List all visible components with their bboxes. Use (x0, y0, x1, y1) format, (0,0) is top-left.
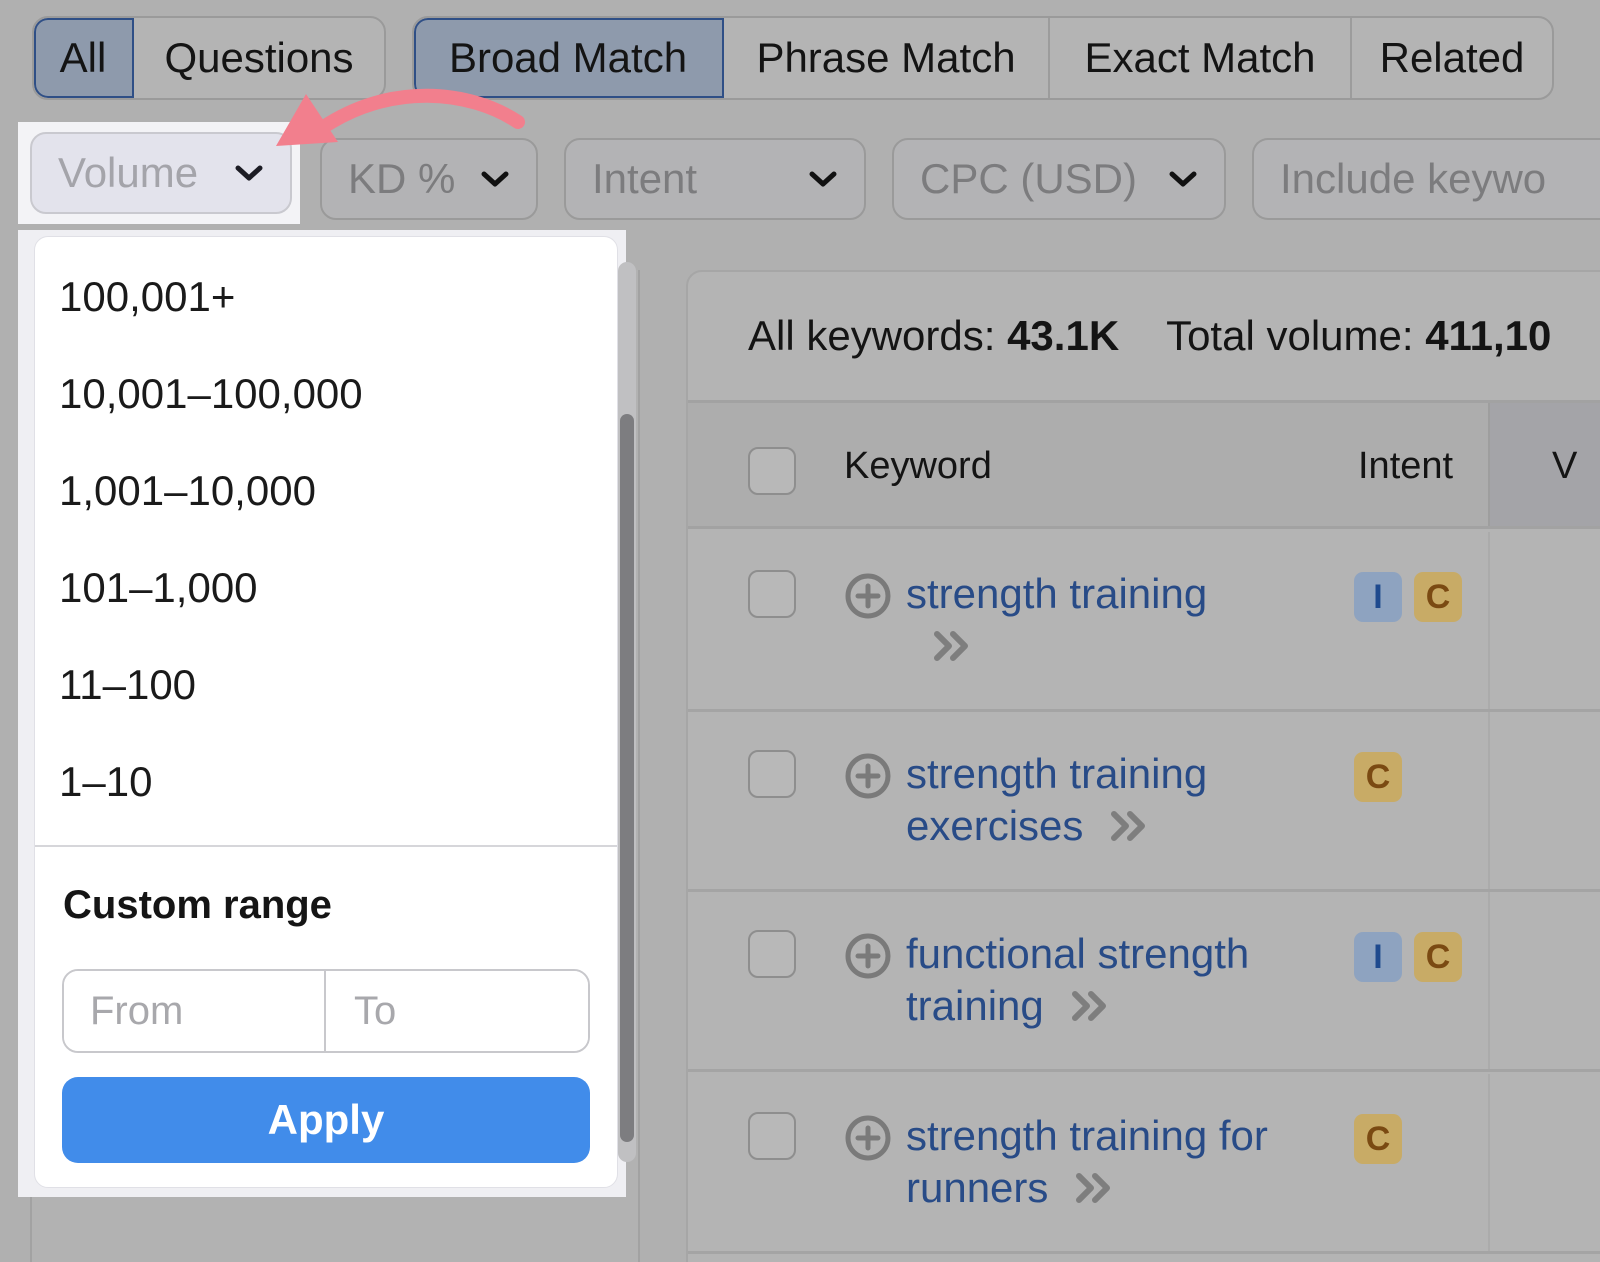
include-keywords-filter[interactable]: Include keywo (1252, 138, 1600, 220)
custom-range-inputs (62, 969, 590, 1053)
table-row: strength training I C (688, 532, 1600, 712)
row-checkbox[interactable] (748, 1112, 796, 1160)
intent-badge-informational[interactable]: I (1354, 572, 1402, 622)
apply-button[interactable]: Apply (62, 1077, 590, 1163)
keyword-text: strength training (906, 570, 1208, 617)
intent-badge-commercial[interactable]: C (1354, 752, 1402, 802)
volume-option[interactable]: 1–10 (59, 752, 579, 812)
scrollbar-thumb[interactable] (620, 414, 634, 1142)
volume-option[interactable]: 1,001–10,000 (59, 461, 579, 521)
keyword-link[interactable]: strength training (906, 568, 1246, 675)
cpc-filter-label: CPC (USD) (920, 155, 1137, 202)
volume-dropdown-menu: 100,001+ 10,001–100,000 1,001–10,000 101… (34, 236, 618, 1188)
volume-option[interactable]: 100,001+ (59, 267, 579, 327)
range-to-input[interactable] (326, 971, 588, 1051)
divider (35, 845, 617, 847)
column-divider (1488, 532, 1490, 709)
range-from-input[interactable] (64, 971, 326, 1051)
column-divider (1488, 712, 1490, 889)
double-chevron-right-icon[interactable] (1074, 1165, 1114, 1217)
include-keywords-label: Include keywo (1280, 155, 1547, 202)
add-to-list-icon[interactable] (844, 1114, 892, 1162)
tab-exact-match[interactable]: Exact Match (1050, 18, 1352, 98)
row-checkbox[interactable] (748, 750, 796, 798)
double-chevron-right-icon[interactable] (932, 623, 972, 675)
column-header-volume-label: V (1552, 445, 1578, 487)
column-divider (1488, 1074, 1490, 1251)
intent-badge-commercial[interactable]: C (1414, 572, 1462, 622)
keyword-text: strength training exercises (906, 750, 1208, 849)
table-row: strength training exercises C (688, 712, 1600, 892)
table-row: functional strength training I C (688, 892, 1600, 1072)
column-divider (1488, 892, 1490, 1069)
match-type-tabs: Broad Match Phrase Match Exact Match Rel… (412, 16, 1554, 100)
volume-filter-label: Volume (58, 149, 199, 196)
tab-all[interactable]: All (34, 18, 134, 98)
total-volume-label: Total volume: (1166, 312, 1414, 359)
keyword-link[interactable]: functional strength training (906, 928, 1296, 1035)
tab-phrase-match[interactable]: Phrase Match (724, 18, 1050, 98)
all-keywords-value: 43.1K (1007, 312, 1120, 359)
keywords-summary: All keywords: 43.1K Total volume: 411,10 (748, 312, 1551, 360)
double-chevron-right-icon[interactable] (1070, 983, 1110, 1035)
chevron-down-icon (1168, 164, 1198, 194)
all-keywords-label: All keywords: (748, 312, 996, 359)
add-to-list-icon[interactable] (844, 572, 892, 620)
row-checkbox[interactable] (748, 570, 796, 618)
intent-filter-dropdown[interactable]: Intent (564, 138, 866, 220)
tab-related[interactable]: Related (1352, 18, 1552, 98)
intent-filter-label: Intent (592, 155, 698, 202)
row-checkbox[interactable] (748, 930, 796, 978)
intent-badge-commercial[interactable]: C (1354, 1114, 1402, 1164)
double-chevron-right-icon[interactable] (1109, 803, 1149, 855)
add-to-list-icon[interactable] (844, 752, 892, 800)
intent-badge-commercial[interactable]: C (1414, 932, 1462, 982)
total-volume-value: 411,10 (1425, 312, 1552, 359)
chevron-down-icon (808, 164, 838, 194)
keyword-link[interactable]: strength training exercises (906, 748, 1246, 855)
volume-option[interactable]: 11–100 (59, 655, 579, 715)
intent-badge-informational[interactable]: I (1354, 932, 1402, 982)
table-row: strength training for runners C (688, 1074, 1600, 1254)
select-all-checkbox[interactable] (748, 447, 796, 495)
table-header: Keyword Intent V (688, 403, 1600, 529)
column-header-intent[interactable]: Intent (1358, 445, 1453, 488)
column-header-volume[interactable]: V (1488, 403, 1600, 526)
volume-filter-dropdown[interactable]: Volume (30, 132, 292, 214)
volume-option[interactable]: 10,001–100,000 (59, 364, 579, 424)
custom-range-title: Custom range (63, 883, 332, 927)
keyword-link[interactable]: strength training for runners (906, 1110, 1316, 1217)
add-to-list-icon[interactable] (844, 932, 892, 980)
cpc-filter-dropdown[interactable]: CPC (USD) (892, 138, 1226, 220)
annotation-arrow-icon (276, 88, 525, 146)
column-header-keyword[interactable]: Keyword (844, 445, 992, 488)
volume-option[interactable]: 101–1,000 (59, 558, 579, 618)
